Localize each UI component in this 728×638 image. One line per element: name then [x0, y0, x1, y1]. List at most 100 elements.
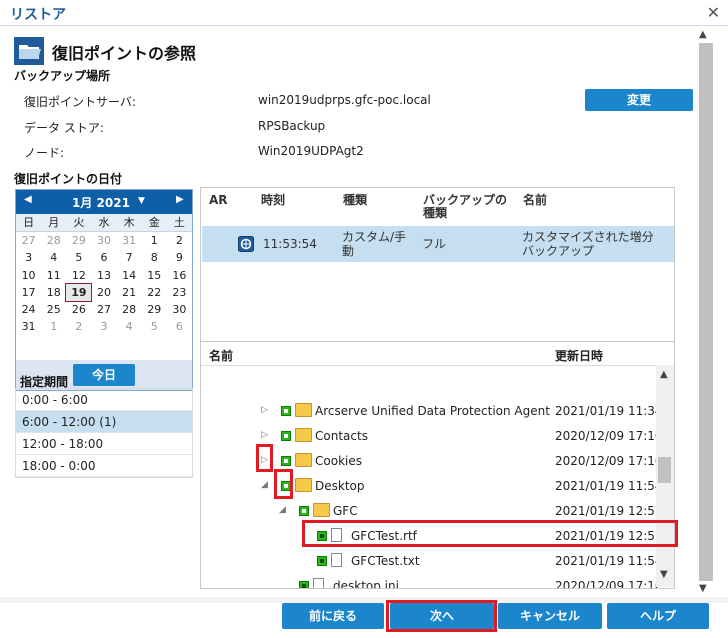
calendar-day[interactable]: 11 [41, 267, 66, 284]
collapse-icon[interactable]: ◢ [261, 480, 268, 490]
calendar-day[interactable]: 31 [117, 232, 142, 249]
calendar-day[interactable]: 30 [167, 301, 192, 318]
rp-name: カスタマイズされた増分バックアップ [522, 230, 654, 258]
calendar-day[interactable]: 18 [41, 284, 66, 301]
calendar-day[interactable]: 23 [167, 284, 192, 301]
calendar-day[interactable]: 21 [117, 284, 142, 301]
calendar-day[interactable]: 14 [117, 267, 142, 284]
calendar-day[interactable]: 12 [66, 267, 91, 284]
checkbox[interactable] [317, 556, 327, 566]
calendar-day[interactable]: 8 [142, 249, 167, 266]
file-tree-row[interactable]: ▷ Contacts 2020/12/09 17:10:5 [201, 424, 661, 449]
node-label: ノード: [24, 146, 65, 160]
col-time: 時刻 [261, 193, 286, 207]
checkbox[interactable] [299, 581, 309, 588]
calendar-day[interactable]: 29 [142, 301, 167, 318]
calendar-day[interactable]: 16 [167, 267, 192, 284]
checkbox[interactable] [281, 481, 291, 491]
file-tree-row[interactable]: ▷ Arcserve Unified Data Protection Agent 2… [201, 399, 661, 424]
calendar-day[interactable]: 27 [91, 301, 116, 318]
help-button[interactable]: ヘルプ [607, 603, 709, 629]
calendar-day[interactable]: 27 [16, 232, 41, 249]
calendar-day[interactable]: 26 [66, 301, 91, 318]
period-list: 0:00 - 6:00 6:00 - 12:00 (1) 12:00 - 18:00… [15, 388, 193, 478]
page-scroll-up-icon[interactable]: ▲ [699, 29, 707, 40]
file-tree-row[interactable]: ▷ Cookies 2020/12/09 17:10:4 [201, 449, 661, 474]
calendar-day[interactable]: 2 [167, 232, 192, 249]
calendar-day[interactable]: 31 [16, 318, 41, 335]
calendar-day[interactable]: 15 [142, 267, 167, 284]
calendar-day[interactable]: 17 [16, 284, 41, 301]
expand-icon[interactable]: ▷ [261, 430, 268, 440]
period-item[interactable]: 18:00 - 0:00 [16, 455, 192, 477]
period-item[interactable]: 6:00 - 12:00 (1) [16, 411, 192, 433]
scroll-up-icon[interactable]: ▲ [660, 369, 668, 380]
recovery-point-row[interactable]: 11:53:54 カスタム/手動 フル カスタマイズされた増分バックアップ [202, 226, 674, 262]
period-item[interactable]: 0:00 - 6:00 [16, 389, 192, 411]
file-modified: 2021/01/19 12:57:0 [555, 529, 659, 543]
calendar-day[interactable]: 1 [142, 232, 167, 249]
calendar-day[interactable]: 4 [117, 318, 142, 335]
window-titlebar: リストア ✕ [0, 0, 728, 26]
calendar-month[interactable]: 1月 2021 [72, 194, 130, 211]
file-tree-row[interactable]: ◢ GFC 2021/01/19 12:57:0 [201, 499, 661, 524]
rp-time: 11:53:54 [263, 237, 317, 251]
calendar-day[interactable]: 25 [41, 301, 66, 318]
calendar-day[interactable]: 6 [91, 249, 116, 266]
checkbox[interactable] [281, 431, 291, 441]
file-tree-row[interactable]: GFCTest.txt 2021/01/19 11:54:4 [201, 549, 661, 574]
calendar-day[interactable]: 1 [41, 318, 66, 335]
calendar-day[interactable]: 22 [142, 284, 167, 301]
back-button[interactable]: 前に戻る [282, 603, 384, 629]
prev-month-icon[interactable]: ◀ [24, 194, 32, 205]
calendar-day[interactable]: 28 [117, 301, 142, 318]
calendar-day[interactable]: 9 [167, 249, 192, 266]
scroll-down-icon[interactable]: ▼ [660, 569, 668, 580]
chevron-down-icon[interactable]: ▼ [138, 196, 145, 206]
calendar-day[interactable]: 29 [66, 232, 91, 249]
calendar-day[interactable]: 5 [142, 318, 167, 335]
file-modified: 2021/01/19 11:54:4 [555, 554, 659, 568]
page-scroll-down-icon[interactable]: ▼ [699, 583, 707, 594]
file-icon [331, 553, 342, 567]
calendar-day[interactable]: 30 [91, 232, 116, 249]
calendar-day[interactable]: 6 [167, 318, 192, 335]
calendar-day[interactable]: 20 [91, 284, 116, 301]
folder-icon [313, 503, 330, 517]
file-tree-scrollbar[interactable]: ▲ ▼ [656, 365, 674, 587]
next-button[interactable]: 次へ [390, 603, 494, 629]
next-month-icon[interactable]: ▶ [176, 194, 184, 205]
page-scrollbar[interactable]: ▲ ▼ [694, 27, 718, 597]
calendar-day[interactable]: 3 [91, 318, 116, 335]
calendar-day[interactable]: 3 [16, 249, 41, 266]
calendar-day[interactable]: 13 [91, 267, 116, 284]
calendar-day[interactable]: 5 [66, 249, 91, 266]
calendar-day[interactable]: 10 [16, 267, 41, 284]
calendar-day[interactable]: 24 [16, 301, 41, 318]
scroll-thumb[interactable] [658, 457, 671, 483]
file-tree-row[interactable]: GFCTest.rtf 2021/01/19 12:57:0 [201, 524, 661, 549]
period-item[interactable]: 12:00 - 18:00 [16, 433, 192, 455]
datastore-label: データ ストア: [24, 121, 104, 135]
col-type: 種類 [343, 193, 368, 207]
calendar-day[interactable]: 7 [117, 249, 142, 266]
expand-icon[interactable]: ▷ [261, 455, 268, 465]
today-button[interactable]: 今日 [73, 364, 135, 386]
calendar-day[interactable]: 19 [65, 282, 93, 303]
datastore-value: RPSBackup [258, 119, 326, 133]
checkbox[interactable] [299, 506, 309, 516]
checkbox[interactable] [281, 406, 291, 416]
close-icon[interactable]: ✕ [707, 3, 720, 22]
checkbox[interactable] [281, 456, 291, 466]
expand-icon[interactable]: ▷ [261, 405, 268, 415]
calendar-day[interactable]: 4 [41, 249, 66, 266]
file-tree-row[interactable]: desktop.ini 2020/12/09 17:10:5 [201, 574, 661, 588]
page-scroll-thumb[interactable] [699, 43, 713, 581]
change-button[interactable]: 変更 [585, 89, 693, 111]
checkbox[interactable] [317, 531, 327, 541]
cancel-button[interactable]: キャンセル [498, 603, 602, 629]
collapse-icon[interactable]: ◢ [279, 505, 286, 515]
calendar-day[interactable]: 2 [66, 318, 91, 335]
file-tree-row[interactable]: ◢ Desktop 2021/01/19 11:54:2 [201, 474, 661, 499]
calendar-day[interactable]: 28 [41, 232, 66, 249]
